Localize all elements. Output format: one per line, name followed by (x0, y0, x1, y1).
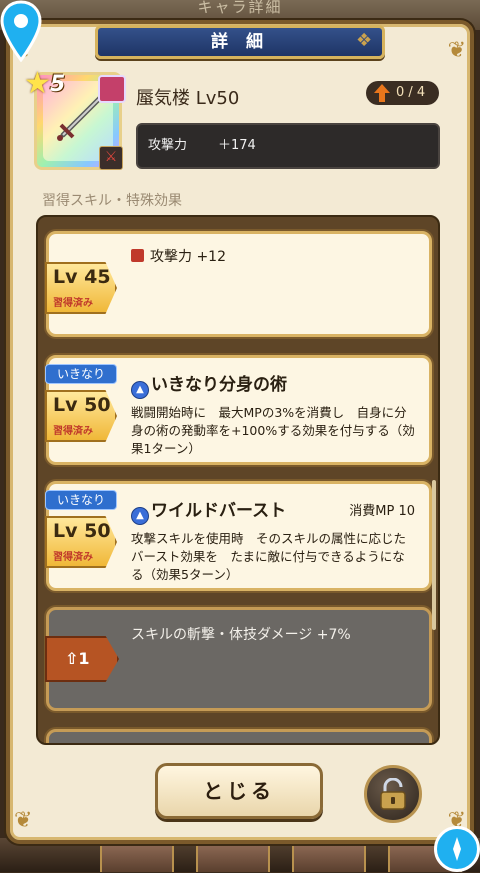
character-avatar (98, 75, 126, 103)
section-label: 習得スキル・特殊効果 (42, 193, 182, 209)
character-thumbnail (196, 842, 270, 872)
learned-status: 習得済み (53, 426, 93, 437)
skill-title-text: いきなり分身の術 (151, 375, 287, 395)
upgrade-counter: 0 / 4 (366, 81, 439, 105)
page-title: 詳 細 (95, 25, 385, 59)
skill-title: ▲ ワイルドバースト (131, 496, 286, 525)
skill-type-icon: ▲ (131, 507, 149, 525)
upgrade-requirement-text: 1 (78, 649, 90, 668)
location-pin-icon (0, 0, 42, 62)
rarity-number: 5 (50, 72, 66, 97)
level-text: Lv 45 (53, 266, 111, 288)
skill-card: Lv 45 習得済み 攻撃力 +12 (45, 231, 432, 337)
learned-status: 習得済み (53, 552, 93, 563)
level-badge: Lv 45 習得済み (45, 262, 117, 314)
skill-card-locked (46, 729, 432, 743)
skill-card: いきなり Lv 50 習得済み ▲ ワイルドバースト 消費MP 10 攻撃スキルを… (45, 481, 432, 591)
level-text: Lv 50 (53, 394, 111, 416)
item-name: 蜃気楼 Lv50 (136, 88, 240, 109)
skill-description: 戦闘開始時に 最大MPの3%を消費し 自身に分身の術の発動率を+100%する効果… (131, 405, 415, 456)
corner-ornament: ❦ (14, 808, 33, 833)
lock-toggle-button[interactable] (364, 765, 422, 823)
backdrop-title: キャラ詳細 (197, 0, 283, 16)
skill-card: いきなり Lv 50 習得済み ▲ いきなり分身の術 戦闘開始時に 最大MPの3%… (45, 355, 432, 465)
weapon-type-icon: ⚔ (99, 146, 123, 170)
corner-ornament: ❦ (447, 38, 466, 63)
level-badge: Lv 50 習得済み (45, 516, 117, 568)
attack-icon (131, 249, 144, 262)
unlock-icon (380, 778, 406, 810)
skill-title-text: ワイルドバースト (151, 501, 287, 521)
stat-box: 攻撃力 ＋174 (136, 123, 440, 169)
upgrade-requirement: ⇧1 (45, 636, 119, 682)
skill-title: スキルの斬撃・体技ダメージ +7% (131, 627, 351, 643)
compass-needle-icon (453, 837, 461, 861)
stat-value: ＋174 (218, 138, 256, 153)
star-icon: ★ (24, 66, 51, 101)
skill-tag: いきなり (45, 490, 117, 510)
banner-ornament-right: ❖ (356, 30, 373, 51)
level-badge: Lv 50 習得済み (45, 390, 117, 442)
character-thumbnail (292, 842, 366, 872)
arrow-up-icon (374, 84, 390, 102)
scrollbar[interactable] (432, 480, 436, 630)
compass-icon[interactable] (434, 826, 480, 872)
skill-title-text: 攻撃力 +12 (150, 249, 226, 265)
stat-label: 攻撃力 (148, 138, 188, 153)
character-thumbnail (100, 842, 174, 872)
mp-cost: 消費MP 10 (349, 504, 415, 519)
arrow-up-icon: ⇧ (65, 649, 79, 668)
close-button[interactable]: とじる (155, 763, 323, 819)
skill-card-locked: ⇧1 スキルの斬撃・体技ダメージ +7% (45, 607, 432, 711)
skill-tag: いきなり (45, 364, 117, 384)
skill-type-icon: ▲ (131, 381, 149, 399)
level-text: Lv 50 (53, 520, 111, 542)
skill-list[interactable]: Lv 45 習得済み 攻撃力 +12 いきなり Lv 50 習得済み ▲ いきなり… (36, 215, 440, 745)
skill-title: ▲ いきなり分身の術 (131, 370, 287, 399)
learned-status: 習得済み (53, 298, 93, 309)
skill-title: 攻撃力 +12 (131, 246, 226, 266)
upgrade-count: 0 / 4 (396, 85, 426, 100)
skill-description: 攻撃スキルを使用時 そのスキルの属性に応じたバースト効果を たまに敵に付与できる… (131, 531, 407, 582)
